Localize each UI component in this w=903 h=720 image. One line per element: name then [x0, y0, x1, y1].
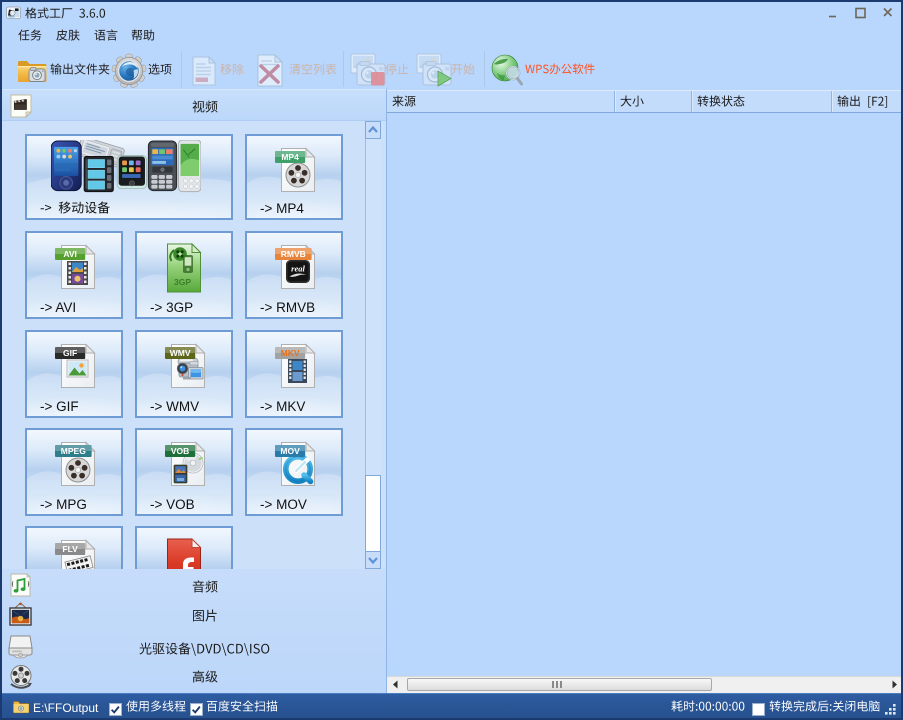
svg-text:MOV: MOV	[280, 446, 300, 456]
svg-text:WMV: WMV	[170, 348, 191, 358]
svg-text:3GP: 3GP	[174, 277, 191, 287]
svg-text:MPEG: MPEG	[61, 446, 86, 456]
svg-text:RMVB: RMVB	[281, 249, 306, 259]
svg-text:GIF: GIF	[63, 348, 77, 358]
svg-text:FLV: FLV	[62, 544, 78, 554]
svg-text:MKV: MKV	[281, 348, 300, 358]
svg-text:MP4: MP4	[281, 152, 299, 162]
svg-text:real: real	[291, 264, 305, 274]
svg-text:VOB: VOB	[171, 446, 189, 456]
svg-text:AVI: AVI	[63, 249, 77, 259]
